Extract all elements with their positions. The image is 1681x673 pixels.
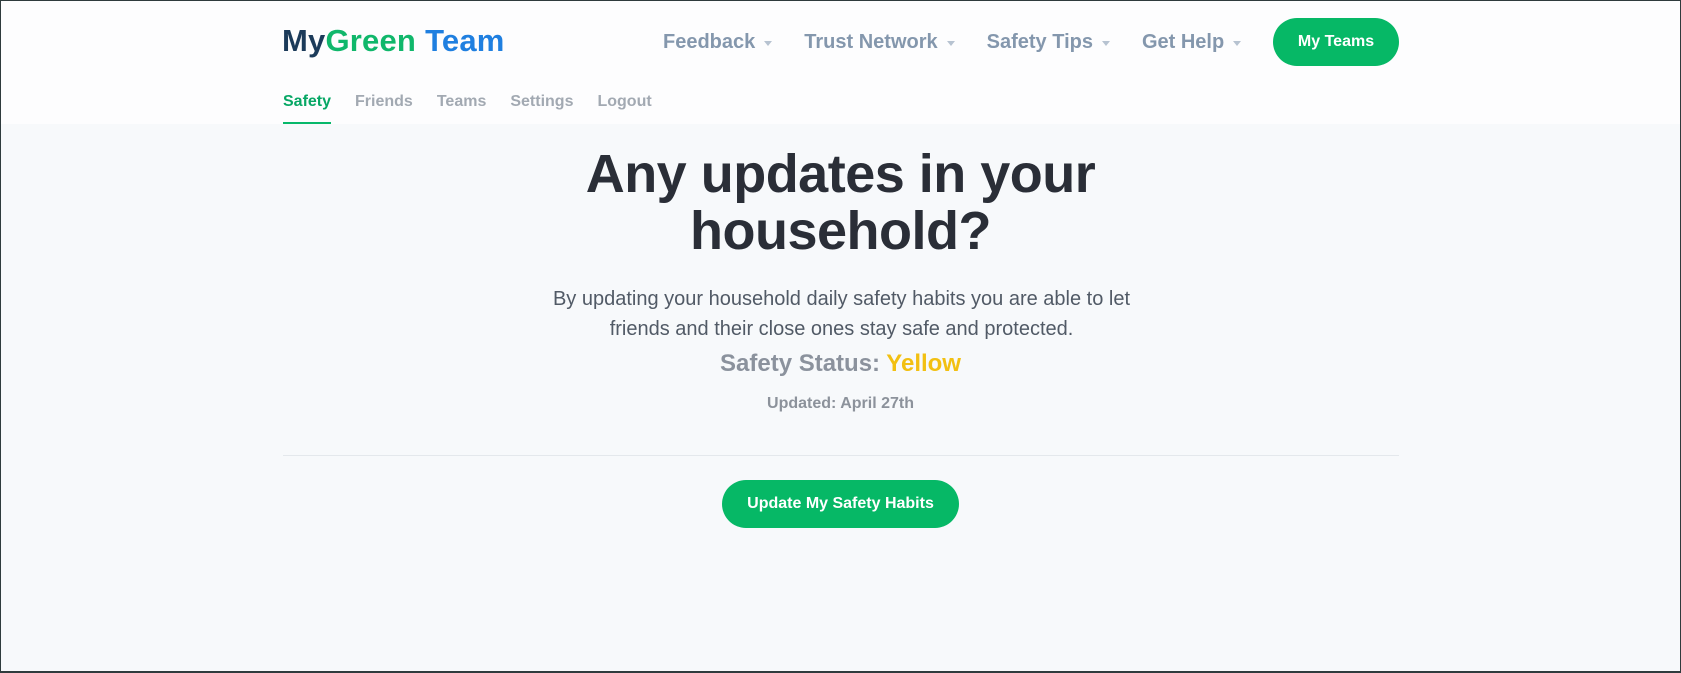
nav-safety-tips-label: Safety Tips	[986, 30, 1093, 53]
top-navigation: Feedback Trust Network Safety Tips Get H…	[663, 25, 1273, 59]
logo-text-my: My	[282, 23, 326, 58]
update-safety-habits-button[interactable]: Update My Safety Habits	[722, 480, 959, 528]
nav-get-help-dropdown[interactable]: Get Help	[1141, 30, 1242, 54]
chevron-down-icon	[1233, 40, 1242, 46]
tab-logout[interactable]: Logout	[597, 93, 651, 124]
nav-trust-network-label: Trust Network	[804, 30, 938, 53]
chevron-down-icon	[764, 40, 773, 46]
tab-safety[interactable]: Safety	[283, 93, 332, 124]
logo-text-team: Team	[425, 23, 505, 58]
site-header: MyGreen Team Feedback Trust Network Safet…	[1, 1, 1680, 124]
headline-line-2: household?	[690, 201, 991, 261]
chevron-down-icon	[946, 40, 955, 46]
logo-text-green: Green	[325, 23, 417, 58]
site-logo[interactable]: MyGreen Team	[282, 21, 505, 61]
my-teams-button[interactable]: My Teams	[1273, 18, 1399, 66]
safety-status-label: Safety Status:	[720, 350, 881, 377]
page-headline: Any updates in your household?	[1, 146, 1680, 260]
chevron-down-icon	[1101, 40, 1110, 46]
nav-trust-network-dropdown[interactable]: Trust Network	[804, 30, 955, 54]
tab-teams[interactable]: Teams	[437, 93, 487, 124]
section-divider	[283, 455, 1399, 456]
headline-line-1: Any updates in your	[585, 144, 1096, 204]
updated-date: Updated: April 27th	[767, 395, 914, 412]
page-description: By updating your household daily safety …	[521, 284, 1162, 344]
nav-safety-tips-dropdown[interactable]: Safety Tips	[987, 31, 1110, 54]
description-line-2: friends and their close ones stay safe a…	[609, 318, 1074, 340]
sub-navigation: Safety Friends Teams Settings Logout	[283, 93, 676, 124]
tab-settings[interactable]: Settings	[510, 93, 573, 124]
nav-feedback-label: Feedback	[663, 30, 756, 53]
safety-status: Safety Status: Yellow	[1, 350, 1680, 378]
app-page: MyGreen Team Feedback Trust Network Safet…	[0, 0, 1681, 673]
nav-feedback-dropdown[interactable]: Feedback	[663, 30, 773, 54]
tab-friends[interactable]: Friends	[355, 93, 413, 124]
safety-status-value: Yellow	[886, 350, 961, 377]
nav-get-help-label: Get Help	[1141, 30, 1225, 53]
description-line-1: By updating your household daily safety …	[552, 288, 1131, 310]
